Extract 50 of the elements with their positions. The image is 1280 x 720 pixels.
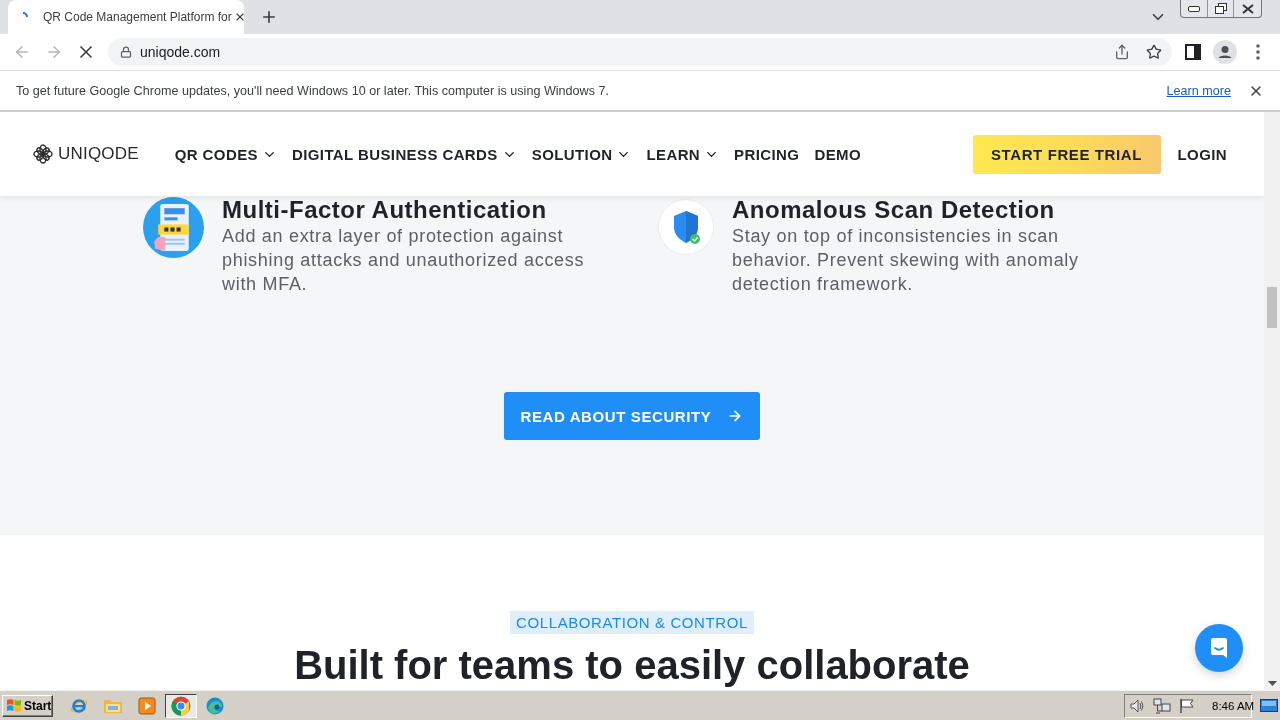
minimize-icon — [1188, 5, 1200, 12]
nav-link[interactable]: LEARN — [646, 145, 720, 163]
nav-link[interactable]: DEMO — [814, 145, 862, 163]
shield-check-icon — [658, 199, 714, 255]
chrome-icon — [171, 695, 191, 716]
avatar-icon — [1213, 40, 1237, 64]
start-trial-button[interactable]: START FREE TRIAL — [972, 134, 1161, 174]
site-logo[interactable]: UNIQODE — [32, 143, 139, 165]
section-eyebrow: COLLABORATION & CONTROL — [510, 611, 754, 634]
section-heading: Built for teams to easily collaborate — [294, 642, 970, 688]
network-icon[interactable] — [1153, 697, 1171, 714]
nav-link[interactable]: PRICING — [734, 145, 800, 163]
nav-link[interactable]: DIGITAL BUSINESS CARDS — [291, 145, 517, 163]
taskbar-app-button[interactable] — [165, 693, 197, 718]
browser-tab[interactable]: QR Code Management Platform for — [8, 0, 244, 34]
profile-button[interactable] — [1211, 38, 1239, 66]
scroll-down-arrow-icon[interactable] — [1267, 681, 1277, 686]
share-icon — [1114, 44, 1130, 60]
star-icon — [1146, 44, 1162, 60]
nav-link[interactable]: SOLUTION — [531, 145, 632, 163]
scrollbar[interactable] — [1264, 112, 1280, 690]
menu-icon — [1256, 44, 1260, 60]
restore-icon — [1214, 3, 1227, 14]
windows-flag-icon — [6, 698, 22, 713]
speaker-icon[interactable] — [1129, 697, 1145, 714]
feature-description: Stay on top of inconsistencies in scan behavior. Prevent skewing with anomaly detection framework. — [732, 225, 1080, 296]
swirl-icon — [206, 696, 224, 715]
infobar-message: To get future Google Chrome updates, you'll need Windows 10 or later. This computer is using Windows 7. — [16, 83, 610, 98]
start-button[interactable]: Start — [2, 694, 53, 717]
login-link[interactable]: LOGIN — [1177, 145, 1227, 163]
browser-e-icon — [70, 696, 88, 715]
scrollbar-thumb[interactable] — [1267, 287, 1277, 328]
flag-icon[interactable] — [1179, 697, 1195, 714]
show-desktop-icon[interactable] — [1260, 697, 1278, 714]
feature-title: Anomalous Scan Detection — [732, 196, 1056, 224]
nav-link[interactable]: QR CODES — [174, 145, 277, 163]
plus-icon — [260, 8, 278, 26]
lock-icon — [120, 46, 132, 58]
learn-more-link[interactable]: Learn more — [1166, 83, 1231, 98]
folder-icon — [103, 697, 123, 714]
side-panel-icon — [1185, 44, 1201, 60]
address-bar[interactable]: uniqode.com — [108, 38, 1172, 66]
forward-arrow-icon — [45, 43, 63, 61]
flower-logo-icon — [32, 143, 54, 165]
feature-description: Add an extra layer of protection against phishing attacks and unauthorized access with MFA. — [222, 225, 586, 296]
play-icon — [138, 696, 156, 715]
chat-icon — [1209, 637, 1229, 659]
clock: 8:46 AM — [1212, 699, 1255, 712]
close-icon — [1241, 3, 1254, 14]
feature-title: Multi-Factor Authentication — [222, 196, 548, 224]
